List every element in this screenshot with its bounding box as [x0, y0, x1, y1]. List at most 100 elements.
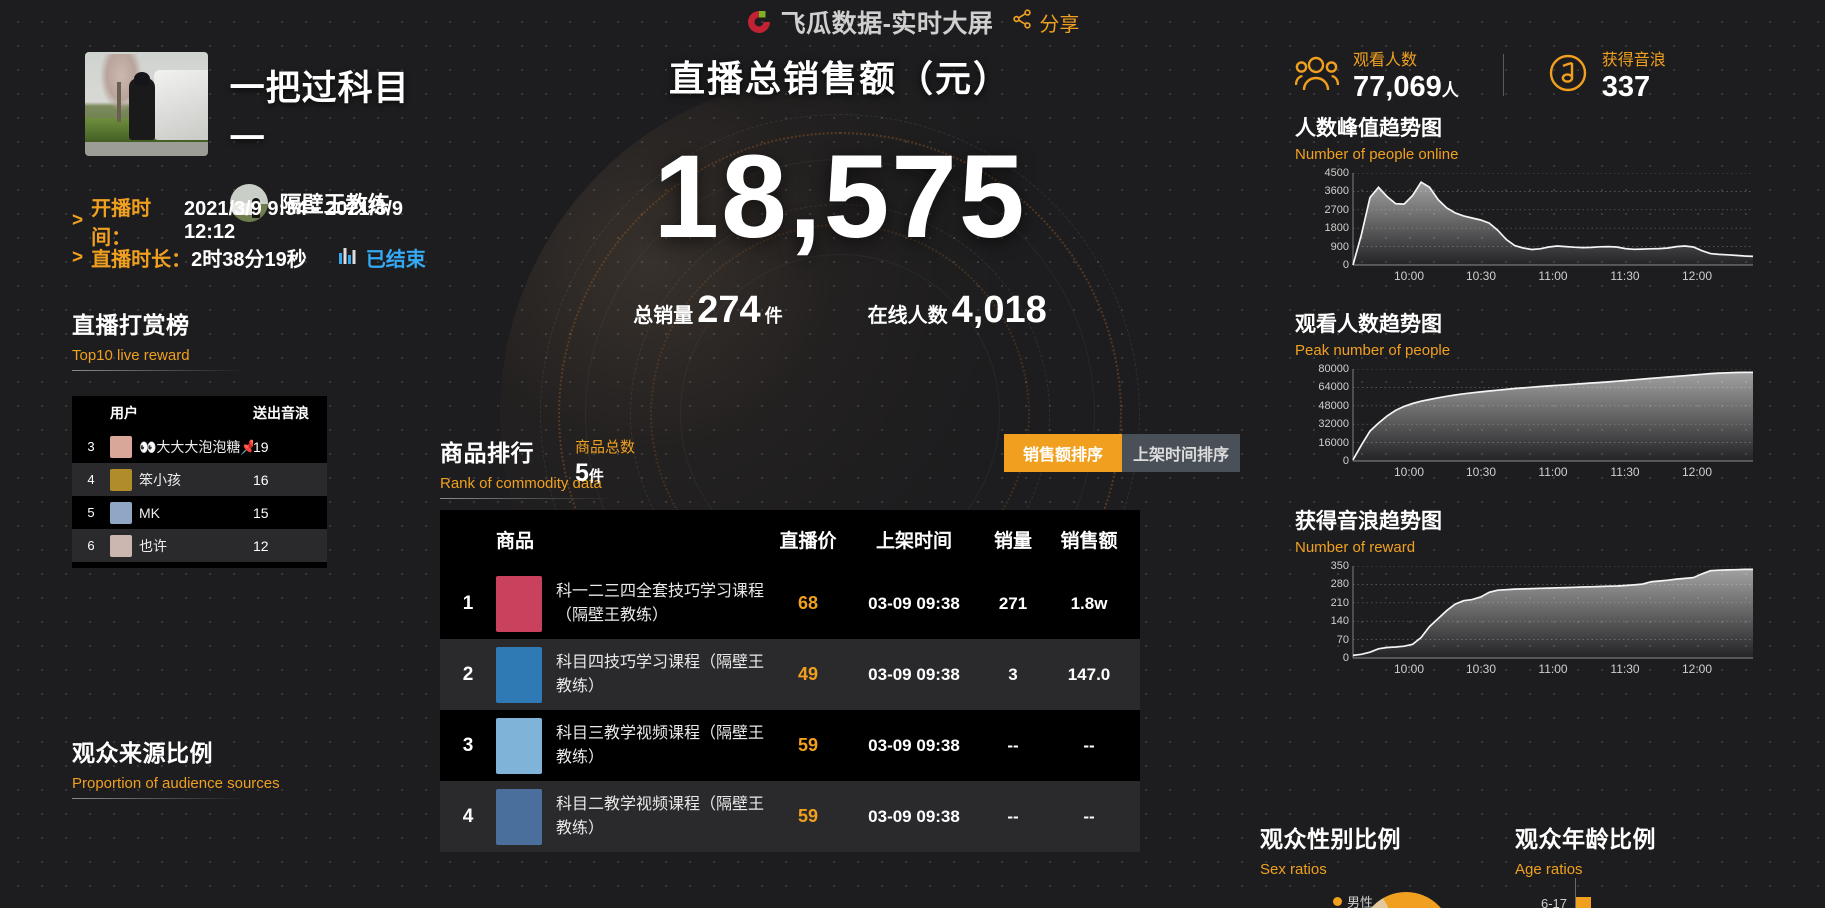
duration-value: 2时38分19秒	[191, 249, 307, 271]
avatar	[110, 534, 132, 557]
x-axis-tick: 12:00	[1681, 269, 1713, 283]
left-column: 一把过科目一 隔壁王教练 > 开播时间： 2021/3/9 9:34 - 202…	[0, 44, 440, 908]
product-name: 科目四技巧学习课程（隔壁王教练）	[556, 654, 765, 695]
product-sold: 3	[1008, 664, 1018, 684]
audience-sources-title-cn: 观众来源比例	[72, 740, 213, 766]
divider	[1502, 54, 1504, 96]
reward-value: 16	[253, 471, 269, 488]
share-label: 分享	[1039, 13, 1080, 36]
table-row[interactable]: 4 科目二教学视频课程（隔壁王教练） 59 03-09 09:38 -- --	[440, 781, 1140, 852]
watch-count-value: 77,069	[1353, 71, 1442, 103]
sex-ratio-title-en: Sex ratios	[1260, 861, 1327, 878]
product-thumbnail	[496, 717, 542, 774]
chart-title: 人数峰值趋势图	[1295, 117, 1442, 140]
commodity-total-unit: 件	[588, 468, 604, 485]
y-axis: 0 70 140 210 280 350	[1295, 560, 1349, 664]
sort-by-sales-button[interactable]: 销售额排序	[1004, 434, 1122, 472]
commodity-total-value: 5	[575, 459, 589, 487]
commodity-total: 商品总数 5件	[575, 436, 635, 488]
chevron-right-icon: >	[72, 210, 84, 231]
online-label: 在线人数	[867, 305, 948, 327]
y-axis-tick: 3600	[1324, 185, 1349, 198]
table-row[interactable]: 2 科目四技巧学习课程（隔壁王教练） 49 03-09 09:38 3 147.0	[440, 639, 1140, 710]
sort-by-time-button[interactable]: 上架时间排序	[1122, 434, 1240, 472]
product-price: 49	[797, 664, 819, 684]
x-axis-tick: 10:00	[1393, 465, 1425, 479]
commodity-table-header: 商品 直播价 上架时间 销量 销售额	[440, 510, 1140, 568]
live-cover-image	[85, 52, 208, 156]
sex-ratio-block: 观众性别比例 Sex ratios 男性女性	[1260, 820, 1500, 908]
y-axis: 0 16000 32000 48000 64000 80000	[1295, 363, 1349, 467]
status-badge: 已结束	[338, 243, 426, 272]
y-axis-tick: 48000	[1318, 399, 1349, 412]
list-item[interactable]: 6 也许 12	[72, 529, 327, 562]
y-axis-tick: 900	[1330, 240, 1349, 253]
age-ratio-title-cn: 观众年龄比例	[1515, 826, 1656, 852]
commodity-table: 商品 直播价 上架时间 销量 销售额 1 科一二三四全套技巧学习课程（隔壁王教练）…	[440, 510, 1140, 852]
sales-amount: 18,575	[653, 131, 1027, 263]
age-ratio-title-en: Age ratios	[1515, 861, 1583, 878]
product-rank: 4	[462, 805, 474, 827]
y-axis-tick: 16000	[1318, 436, 1349, 449]
chart-people-online: 人数峰值趋势图 Number of people online 0 900 1800 27…	[1295, 112, 1815, 285]
y-axis-tick: 140	[1330, 615, 1349, 628]
product-amount: 1.8w	[1070, 593, 1108, 613]
product-listed-time: 03-09 09:38	[868, 664, 960, 684]
user-name: 也许	[139, 537, 167, 554]
age-bar	[1575, 897, 1591, 908]
age-bar-row: 6-17	[1515, 892, 1815, 908]
start-time-label: 开播时间：	[91, 198, 152, 249]
product-amount: --	[1083, 735, 1095, 755]
share-icon	[1011, 8, 1033, 36]
chart-svg	[1352, 173, 1754, 266]
reward-col-user: 用户	[110, 405, 138, 421]
user-name: 笨小孩	[139, 471, 181, 488]
product-thumbnail	[496, 788, 542, 845]
total-sales-unit: 件	[764, 306, 783, 326]
x-axis-tick: 10:00	[1393, 662, 1425, 676]
reward-value: 12	[253, 537, 269, 554]
reward-count-kpi: 获得音浪 337	[1548, 46, 1666, 104]
list-item[interactable]: 3 👀大大大泡泡糖📌 19	[72, 430, 327, 463]
reward-rows[interactable]: 3 👀大大大泡泡糖📌19 4 笨小孩 16 5 MK 15 6 也许 12 7飞哥哥10	[72, 430, 327, 568]
product-price: 68	[797, 593, 819, 613]
product-rank: 3	[440, 725, 496, 766]
rank-badge: 6	[87, 538, 95, 553]
table-row[interactable]: 1 科一二三四全套技巧学习课程（隔壁王教练） 68 03-09 09:38 271 1.8…	[440, 568, 1140, 639]
feigua-logo-icon	[746, 9, 772, 35]
chart-title: 观看人数趋势图	[1295, 313, 1442, 336]
avatar	[110, 501, 132, 524]
reward-list[interactable]: 用户 送出音浪 3 👀大大大泡泡糖📌19 4 笨小孩 16 5 MK 15 6 也许 12 7飞哥哥1…	[72, 396, 327, 568]
reward-count-value: 337	[1601, 71, 1651, 103]
share-button[interactable]: 分享	[1011, 8, 1079, 37]
product-amount: --	[1083, 806, 1095, 826]
user-name: MK	[139, 504, 160, 521]
list-item[interactable]: 7飞哥哥10	[72, 562, 327, 568]
duration-row: > 直播时长： 2时38分19秒 已结束	[72, 243, 426, 272]
y-axis-tick: 4500	[1324, 167, 1349, 179]
user-cell: 飞哥哥	[110, 567, 253, 568]
legend-item: 男性	[1332, 892, 1373, 908]
total-sales-value: 274	[697, 289, 761, 331]
product-price: 59	[797, 735, 819, 755]
table-row[interactable]: 3 科目三教学视频课程（隔壁王教练） 59 03-09 09:38 -- --	[440, 710, 1140, 781]
product-name: 科一二三四全套技巧学习课程（隔壁王教练）	[556, 583, 765, 624]
avatar	[110, 435, 132, 458]
reward-section-header: 直播打赏榜 Top10 live reward	[72, 306, 247, 371]
y-axis-tick: 1800	[1324, 222, 1349, 235]
y-axis-tick: 32000	[1318, 418, 1349, 431]
x-axis-tick: 12:00	[1681, 662, 1713, 676]
list-item[interactable]: 4 笨小孩 16	[72, 463, 327, 496]
commodity-total-label: 商品总数	[575, 439, 636, 456]
product-sold: 271	[998, 593, 1028, 613]
product-listed-time: 03-09 09:38	[868, 593, 960, 613]
divider	[72, 370, 247, 371]
y-axis-tick: 70	[1336, 633, 1349, 646]
sort-buttons: 销售额排序 上架时间排序	[1004, 434, 1240, 472]
divider	[440, 498, 615, 499]
brand-logo: 飞瓜数据-实时大屏	[746, 4, 994, 40]
y-axis-tick: 210	[1330, 596, 1349, 609]
online-value: 4,018	[951, 289, 1047, 331]
list-item[interactable]: 5 MK 15	[72, 496, 327, 529]
product-listed-time: 03-09 09:38	[868, 806, 960, 826]
